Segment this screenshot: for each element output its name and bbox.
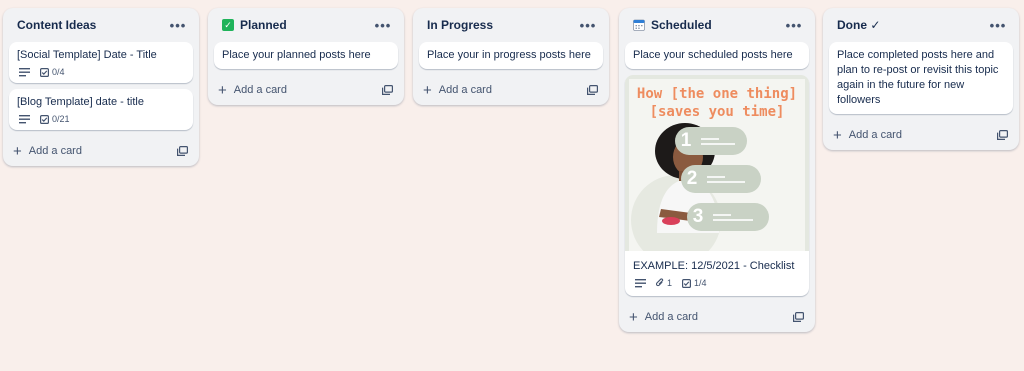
card-scheduled-placeholder[interactable]: Place your scheduled posts here — [625, 42, 809, 69]
card-social-template[interactable]: [Social Template] Date - Title 0/4 — [9, 42, 193, 83]
list-menu-icon[interactable]: ••• — [167, 15, 189, 35]
list-menu-icon[interactable]: ••• — [577, 15, 599, 35]
list-done: Done ✓ ••• Place completed posts here an… — [823, 8, 1019, 150]
list-header[interactable]: Scheduled ••• — [619, 8, 815, 42]
description-icon — [635, 278, 646, 288]
card-template-icon[interactable] — [380, 83, 394, 97]
plus-icon: + — [629, 308, 638, 326]
list-header[interactable]: Content Ideas ••• — [3, 8, 199, 42]
add-card-button[interactable]: + Add a card — [218, 83, 380, 98]
list-in-progress: In Progress ••• Place your in progress p… — [413, 8, 609, 105]
checklist-count: 0/21 — [52, 114, 70, 124]
card-title: Place your planned posts here — [222, 49, 371, 61]
list-header[interactable]: In Progress ••• — [413, 8, 609, 42]
plus-icon: + — [833, 126, 842, 144]
card-title: EXAMPLE: 12/5/2021 - Checklist — [633, 260, 795, 272]
checklist-count: 1/4 — [694, 278, 707, 288]
step-pill-2: 2 — [681, 165, 761, 193]
card-planned-placeholder[interactable]: Place your planned posts here — [214, 42, 398, 69]
plus-icon: + — [218, 81, 227, 99]
add-card-label: Add a card — [644, 311, 698, 323]
card-template-icon[interactable] — [585, 83, 599, 97]
card-title: Place your scheduled posts here — [633, 49, 793, 61]
checklist-badge: 0/4 — [40, 67, 65, 77]
add-card-label: Add a card — [848, 129, 902, 141]
paperclip-icon — [656, 278, 664, 287]
add-card-button[interactable]: + Add a card — [629, 310, 791, 325]
step-number: 2 — [686, 168, 698, 189]
card-template-icon[interactable] — [995, 128, 1009, 142]
card-title: Place completed posts here and plan to r… — [837, 49, 999, 106]
cover-title: How [the one thing] [saves you time] — [629, 85, 805, 121]
checklist-icon — [40, 114, 49, 124]
card-in-progress-placeholder[interactable]: Place your in progress posts here — [419, 42, 603, 69]
card-cover-image: How [the one thing] [saves you time] 1 2… — [625, 75, 809, 251]
list-scheduled: Scheduled ••• Place your scheduled posts… — [619, 8, 815, 332]
list-title[interactable]: Done ✓ — [837, 18, 880, 32]
cover-title-line1: How [the one thing] — [636, 86, 798, 102]
list-title[interactable]: In Progress — [427, 18, 493, 32]
list-title[interactable]: Content Ideas — [17, 18, 96, 32]
cover-title-line2: [saves you time] — [649, 104, 785, 120]
list-menu-icon[interactable]: ••• — [783, 15, 805, 35]
add-card-label: Add a card — [28, 145, 82, 157]
plus-icon: + — [423, 81, 432, 99]
list-title[interactable]: Scheduled — [651, 18, 712, 32]
card-example-checklist[interactable]: How [the one thing] [saves you time] 1 2… — [625, 75, 809, 296]
step-pill-3: 3 — [687, 203, 769, 231]
description-icon — [19, 67, 30, 77]
step-number: 3 — [692, 206, 704, 227]
card-title: Place your in progress posts here — [427, 49, 591, 61]
plus-icon: + — [13, 142, 22, 160]
checklist-badge: 1/4 — [682, 278, 707, 288]
card-template-icon[interactable] — [175, 144, 189, 158]
attachment-count: 1 — [667, 278, 673, 288]
checklist-icon — [682, 278, 692, 288]
description-icon — [19, 114, 30, 124]
checklist-count: 0/4 — [52, 67, 65, 77]
checklist-badge: 0/21 — [40, 114, 70, 124]
add-card-button[interactable]: + Add a card — [13, 144, 175, 159]
board: Content Ideas ••• [Social Template] Date… — [0, 0, 1024, 371]
checklist-icon — [40, 67, 49, 77]
card-done-placeholder[interactable]: Place completed posts here and plan to r… — [829, 42, 1013, 114]
step-pill-1: 1 — [675, 127, 747, 155]
attachment-badge: 1 — [656, 278, 672, 288]
card-blog-template[interactable]: [Blog Template] date - title 0/21 — [9, 89, 193, 130]
list-header[interactable]: ✓ Planned ••• — [208, 8, 404, 42]
add-card-button[interactable]: + Add a card — [423, 83, 585, 98]
add-card-button[interactable]: + Add a card — [833, 128, 995, 143]
card-title: [Blog Template] date - title — [17, 96, 144, 108]
step-number: 1 — [680, 130, 692, 151]
card-template-icon[interactable] — [791, 310, 805, 324]
green-check-icon: ✓ — [222, 19, 234, 31]
list-header[interactable]: Done ✓ ••• — [823, 8, 1019, 42]
add-card-label: Add a card — [438, 84, 492, 96]
list-menu-icon[interactable]: ••• — [372, 15, 394, 35]
list-title[interactable]: Planned — [240, 18, 287, 32]
card-title: [Social Template] Date - Title — [17, 49, 157, 61]
list-planned: ✓ Planned ••• Place your planned posts h… — [208, 8, 404, 105]
add-card-label: Add a card — [233, 84, 287, 96]
list-content-ideas: Content Ideas ••• [Social Template] Date… — [3, 8, 199, 166]
calendar-icon — [633, 19, 645, 31]
list-menu-icon[interactable]: ••• — [987, 15, 1009, 35]
